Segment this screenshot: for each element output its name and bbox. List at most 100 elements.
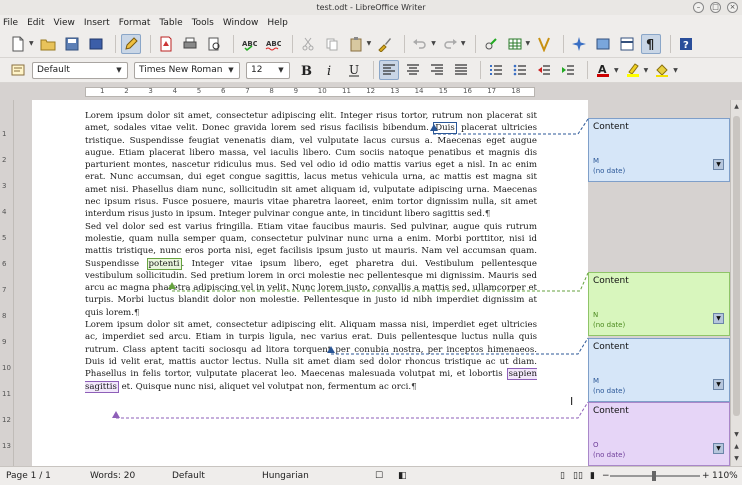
menu-format[interactable]: Format [119,18,151,28]
comment-text[interactable]: Content [593,276,725,286]
scroll-down-icon[interactable]: ▼ [732,430,741,440]
comment-2[interactable]: Content N (no date) ▼ [588,272,730,336]
print-preview-button[interactable] [204,34,224,54]
menu-help[interactable]: Help [267,18,288,28]
spellcheck-button[interactable]: ABC [239,34,259,54]
menu-insert[interactable]: Insert [84,18,110,28]
minimize-button[interactable]: – [693,2,704,13]
previous-page-icon[interactable]: ▲ [732,442,741,452]
chevron-down-icon[interactable]: ▼ [225,64,237,77]
selection-mode-icon[interactable]: ☐ [375,471,383,481]
italic-button[interactable]: i [320,60,340,80]
single-page-view-icon[interactable]: ▯ [560,471,565,481]
menu-edit[interactable]: Edit [27,18,44,28]
styles-button[interactable] [8,60,28,80]
comment-text[interactable]: Content [593,122,725,132]
undo-button[interactable] [410,34,430,54]
formatting-marks-button[interactable]: ¶ [641,33,662,54]
save-button[interactable] [62,34,82,54]
table-dropdown-icon[interactable]: ▼ [526,40,531,47]
redo-dropdown-icon[interactable]: ▼ [461,40,466,47]
bold-button[interactable]: B [296,60,316,80]
undo-dropdown-icon[interactable]: ▼ [431,40,436,47]
copy-button[interactable] [322,34,342,54]
new-document-button[interactable] [8,34,28,54]
page-count[interactable]: Page 1 / 1 [6,471,51,481]
zoom-level[interactable]: 110% [712,471,738,481]
align-right-button[interactable] [427,60,447,80]
decrease-indent-button[interactable] [534,60,554,80]
comment-text[interactable]: Content [593,342,725,352]
scroll-up-icon[interactable]: ▲ [732,102,741,112]
gallery-button[interactable] [593,34,613,54]
hyperlink-button[interactable] [481,34,501,54]
vertical-ruler[interactable]: 1 2 3 4 5 6 7 8 9 10 11 12 13 [0,100,14,466]
underline-button[interactable]: U [344,60,364,80]
export-pdf-button[interactable] [156,34,176,54]
save-remote-button[interactable] [86,34,106,54]
font-size-combo[interactable]: 12 ▼ [246,61,290,79]
chevron-down-icon[interactable]: ▼ [113,64,125,77]
font-color-button[interactable]: A [593,60,613,80]
comment-4[interactable]: Content O (no date) ▼ [588,402,730,466]
align-center-button[interactable] [403,60,423,80]
open-button[interactable] [38,34,58,54]
scrollbar-thumb[interactable] [733,116,740,416]
book-view-icon[interactable]: ▮ [590,471,595,481]
data-sources-button[interactable] [617,34,637,54]
multi-page-view-icon[interactable]: ▯▯ [573,471,583,481]
zoom-in-icon[interactable]: + [702,471,710,481]
page-style[interactable]: Default [172,471,205,481]
document-page[interactable]: Lorem ipsum dolor sit amet, consectetur … [32,100,588,466]
zoom-slider-knob[interactable] [652,471,656,481]
edit-mode-button[interactable] [120,33,141,54]
numbering-button[interactable] [486,60,506,80]
menu-view[interactable]: View [54,18,75,28]
menu-tools[interactable]: Tools [192,18,214,28]
word-count[interactable]: Words: 20 [90,471,135,481]
menu-file[interactable]: File [3,18,18,28]
navigator-button[interactable] [569,34,589,54]
maximize-button[interactable]: □ [710,2,721,13]
background-color-dropdown-icon[interactable]: ▼ [673,67,678,74]
paste-button[interactable] [346,34,366,54]
font-color-dropdown-icon[interactable]: ▼ [614,67,619,74]
highlighting-dropdown-icon[interactable]: ▼ [644,67,649,74]
help-button[interactable]: ? [676,34,696,54]
fontwork-button[interactable] [534,34,554,54]
comment-menu-button[interactable]: ▼ [713,159,724,170]
cut-button[interactable] [298,34,318,54]
highlighting-button[interactable] [623,60,643,80]
background-color-button[interactable] [652,60,672,80]
redo-button[interactable] [440,34,460,54]
paragraph-style-combo[interactable]: Default ▼ [32,61,128,79]
new-dropdown-icon[interactable]: ▼ [29,40,34,47]
justify-button[interactable] [451,60,471,80]
document-modified-icon[interactable]: ◧ [398,471,407,481]
menu-window[interactable]: Window [223,18,259,28]
chevron-down-icon[interactable]: ▼ [275,64,287,77]
language[interactable]: Hungarian [262,471,309,481]
paste-dropdown-icon[interactable]: ▼ [367,40,372,47]
align-left-button[interactable] [379,60,399,80]
bullets-button[interactable] [510,60,530,80]
next-page-icon[interactable]: ▼ [732,454,741,464]
font-name-combo[interactable]: Times New Roman ▼ [134,61,240,79]
print-button[interactable] [180,34,200,54]
comment-1[interactable]: Content M (no date) ▼ [588,118,730,182]
horizontal-ruler[interactable]: 1 2 3 4 5 6 7 8 9 10 11 12 13 14 15 16 17 18 [0,84,742,100]
increase-indent-button[interactable] [558,60,578,80]
menu-table[interactable]: Table [159,18,182,28]
autospell-button[interactable]: ABC [263,34,283,54]
zoom-out-icon[interactable]: − [602,471,610,481]
insert-table-button[interactable] [505,34,525,54]
clone-formatting-button[interactable] [375,34,395,54]
comment-anchor-2[interactable]: potenti [146,257,182,270]
comment-anchor-1[interactable]: Duis [433,122,457,135]
document-body[interactable]: Lorem ipsum dolor sit amet, consectetur … [85,110,537,393]
vertical-scrollbar[interactable]: ▲ ▼ ▲ ▼ [730,100,742,466]
comment-menu-button[interactable]: ▼ [713,379,724,390]
comment-menu-button[interactable]: ▼ [713,313,724,324]
comment-text[interactable]: Content [593,406,725,416]
comment-menu-button[interactable]: ▼ [713,443,724,454]
